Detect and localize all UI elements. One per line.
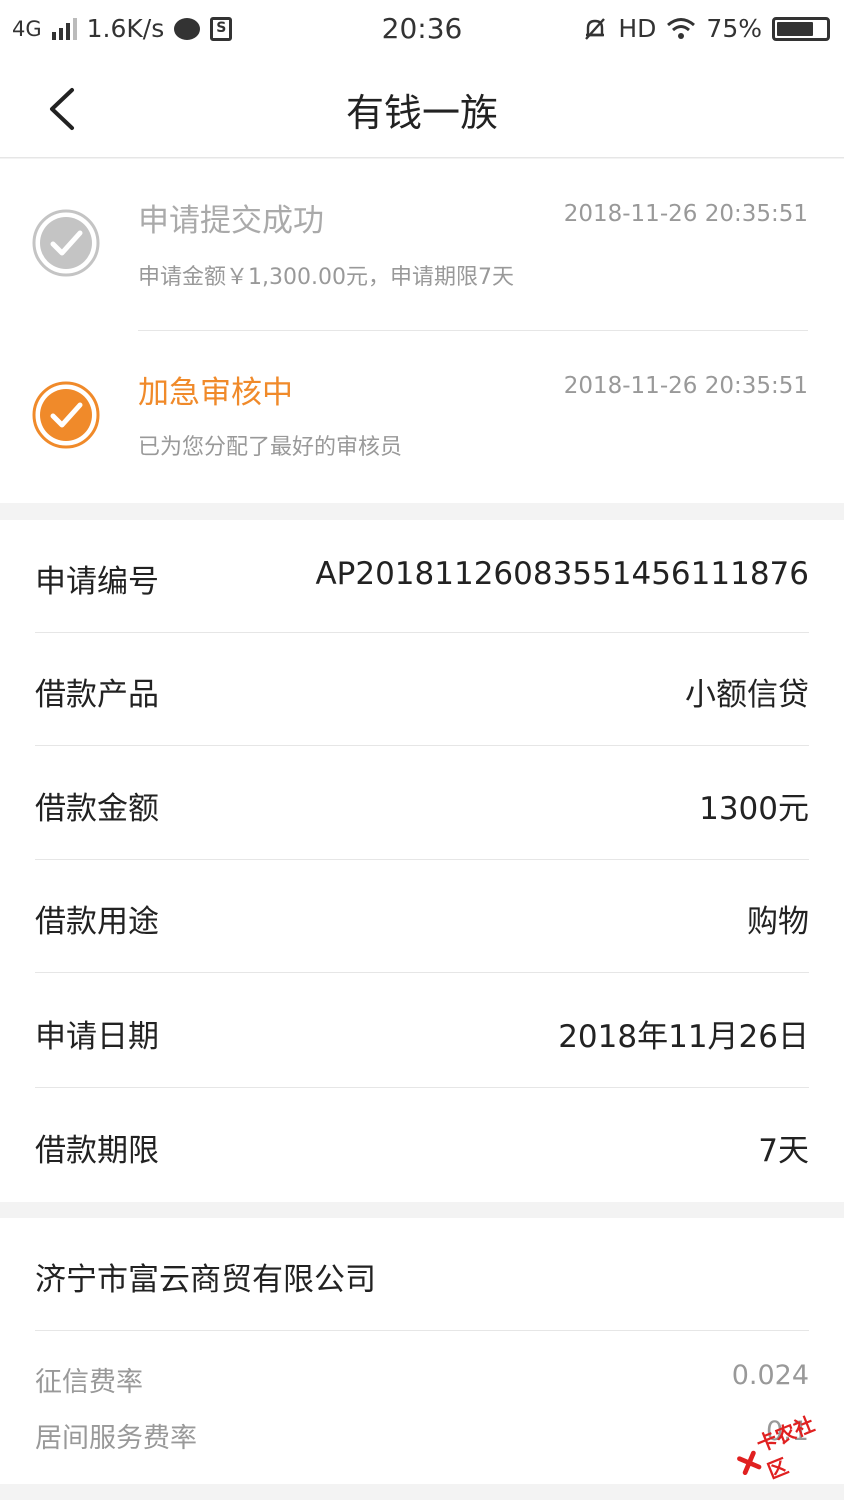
check-circle-icon xyxy=(32,381,100,449)
detail-row-date: 申请日期 2018年11月26日 xyxy=(35,975,809,1088)
detail-value: 购物 xyxy=(747,904,809,940)
step-description: 已为您分配了最好的审核员 xyxy=(138,435,403,460)
detail-label: 申请编号 xyxy=(35,564,159,600)
step-time: 2018-11-26 20:35:51 xyxy=(563,201,808,227)
divider xyxy=(138,330,808,331)
step-title: 申请提交成功 xyxy=(138,203,324,239)
detail-label: 借款产品 xyxy=(35,677,159,713)
detail-value: 1300元 xyxy=(699,791,809,827)
check-circle-icon xyxy=(32,209,100,277)
status-right: HD 75% xyxy=(582,14,830,43)
hd-label: HD xyxy=(618,14,657,43)
fee-label: 居间服务费率 xyxy=(35,1423,197,1454)
detail-label: 借款用途 xyxy=(35,904,159,940)
step-title: 加急审核中 xyxy=(138,375,293,411)
detail-row-term: 借款期限 7天 xyxy=(35,1089,809,1202)
step-time: 2018-11-26 20:35:51 xyxy=(563,373,808,399)
mute-bell-icon xyxy=(585,17,606,40)
detail-value: 7天 xyxy=(758,1133,809,1169)
wifi-icon xyxy=(667,17,696,39)
fee-value: 0.024 xyxy=(731,1360,809,1391)
status-bar: 4G 1.6K/s S 20:36 HD 75% xyxy=(0,0,844,58)
page-title: 有钱一族 xyxy=(345,91,498,135)
detail-row-amount: 借款金额 1300元 xyxy=(35,747,809,860)
company-section: 济宁市富云商贸有限公司 征信费率 0.024 居间服务费率 0.1 xyxy=(0,1218,844,1484)
detail-row-product: 借款产品 小额信贷 xyxy=(35,633,809,746)
battery-icon xyxy=(772,16,830,41)
fee-label: 征信费率 xyxy=(35,1367,143,1398)
company-name: 济宁市富云商贸有限公司 xyxy=(35,1262,376,1298)
application-progress: 申请提交成功 2018-11-26 20:35:51 申请金额￥1,300.00… xyxy=(0,159,844,503)
fee-row-credit: 征信费率 0.024 xyxy=(35,1360,809,1399)
detail-value: 小额信贷 xyxy=(685,677,809,713)
detail-label: 借款期限 xyxy=(35,1133,159,1169)
nav-bar: 有钱一族 xyxy=(0,58,844,158)
detail-label: 借款金额 xyxy=(35,791,159,827)
fee-row-service: 居间服务费率 0.1 xyxy=(35,1416,809,1455)
divider xyxy=(35,1330,809,1331)
detail-row-application-id: 申请编号 AP20181126083551456111876 xyxy=(35,520,809,633)
battery-percent: 75% xyxy=(706,14,762,43)
loan-details: 申请编号 AP20181126083551456111876 借款产品 小额信贷… xyxy=(0,520,844,1202)
detail-row-purpose: 借款用途 购物 xyxy=(35,860,809,973)
step-description: 申请金额￥1,300.00元，申请期限7天 xyxy=(138,265,514,290)
detail-value: AP20181126083551456111876 xyxy=(315,556,809,592)
detail-label: 申请日期 xyxy=(35,1019,159,1055)
detail-value: 2018年11月26日 xyxy=(558,1019,809,1055)
battery-fill xyxy=(777,21,813,36)
